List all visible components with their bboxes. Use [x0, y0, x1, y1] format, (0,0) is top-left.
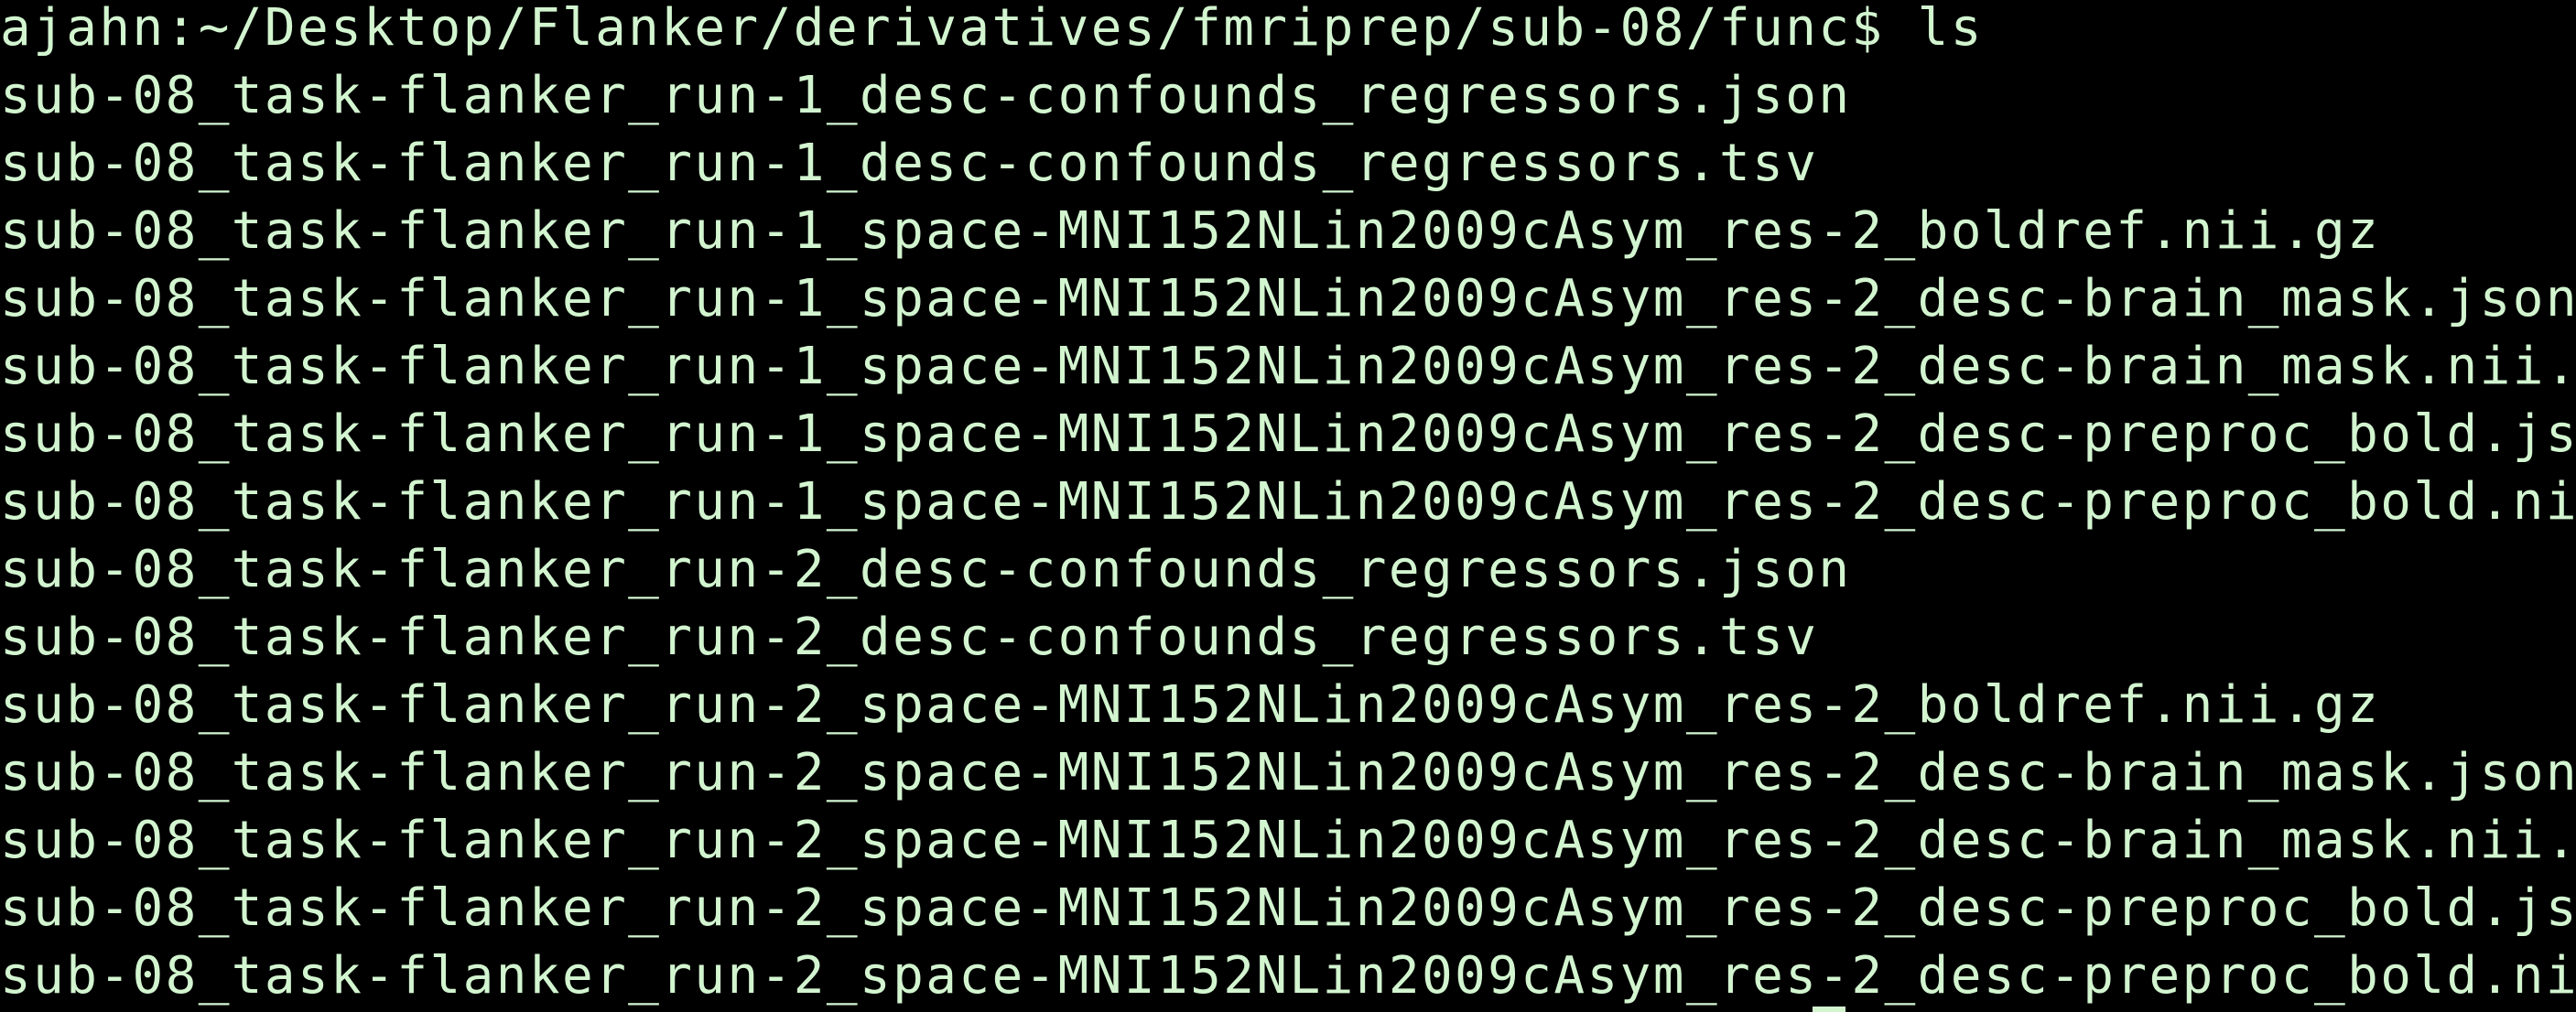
output-line: sub-08_task-flanker_run-1_desc-confounds…	[0, 66, 1852, 125]
output-line: sub-08_task-flanker_run-2_space-MNI152NL…	[0, 878, 2576, 938]
output-line: sub-08_task-flanker_run-2_desc-confounds…	[0, 608, 1819, 667]
output-line: sub-08_task-flanker_run-2_space-MNI152NL…	[0, 811, 2576, 870]
output-line: sub-08_task-flanker_run-1_space-MNI152NL…	[0, 337, 2576, 396]
output-line: sub-08_task-flanker_run-2_space-MNI152NL…	[0, 946, 2576, 1006]
text-cursor	[1813, 1007, 1845, 1012]
output-line: sub-08_task-flanker_run-1_desc-confounds…	[0, 134, 1819, 193]
output-line: sub-08_task-flanker_run-2_desc-confounds…	[0, 540, 1852, 599]
terminal-window[interactable]: ajahn:~/Desktop/Flanker/derivatives/fmri…	[0, 0, 2576, 1012]
command-prompt: ajahn:~/Desktop/Flanker/derivatives/fmri…	[0, 0, 1984, 58]
output-line: sub-08_task-flanker_run-1_space-MNI152NL…	[0, 404, 2576, 464]
output-line: sub-08_task-flanker_run-2_space-MNI152NL…	[0, 743, 2576, 802]
output-line: sub-08_task-flanker_run-1_space-MNI152NL…	[0, 472, 2576, 532]
output-line: sub-08_task-flanker_run-2_space-MNI152NL…	[0, 675, 2381, 735]
output-line: sub-08_task-flanker_run-1_space-MNI152NL…	[0, 269, 2576, 328]
output-line: sub-08_task-flanker_run-1_space-MNI152NL…	[0, 201, 2381, 261]
